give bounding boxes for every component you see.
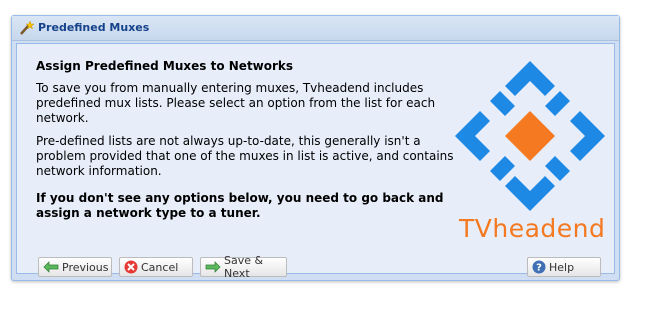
description-paragraph-1: To save you from manually entering muxes… — [36, 81, 436, 125]
save-next-button[interactable]: Save & Next — [200, 254, 287, 280]
wand-icon — [20, 20, 34, 35]
help-icon: ? — [532, 260, 546, 274]
arrow-left-icon — [43, 261, 59, 273]
window-title: Predefined Muxes — [38, 21, 150, 34]
tvheadend-logo-text: TVheadend — [459, 214, 606, 243]
help-label: Help — [549, 260, 575, 274]
wizard-window: Predefined Muxes Assign Predefined Muxes… — [11, 15, 620, 281]
save-next-label: Save & Next — [224, 254, 264, 280]
wizard-body: Assign Predefined Muxes to Networks To s… — [16, 43, 615, 280]
description-paragraph-2: Pre-defined lists are not always up-to-d… — [36, 134, 454, 178]
cancel-label: Cancel — [141, 260, 179, 274]
tvheadend-logo — [455, 61, 605, 211]
title-bar[interactable]: Predefined Muxes — [12, 16, 619, 41]
help-button[interactable]: ? Help — [527, 257, 601, 277]
svg-text:?: ? — [536, 263, 542, 274]
warning-text: If you don't see any options below, you … — [36, 191, 444, 220]
arrow-right-icon — [205, 261, 221, 273]
wizard-description: Assign Predefined Muxes to Networks To s… — [36, 59, 454, 233]
cancel-icon — [124, 260, 138, 274]
cancel-button[interactable]: Cancel — [119, 257, 193, 277]
previous-label: Previous — [62, 260, 109, 274]
page-heading: Assign Predefined Muxes to Networks — [36, 59, 294, 73]
previous-button[interactable]: Previous — [38, 257, 112, 277]
